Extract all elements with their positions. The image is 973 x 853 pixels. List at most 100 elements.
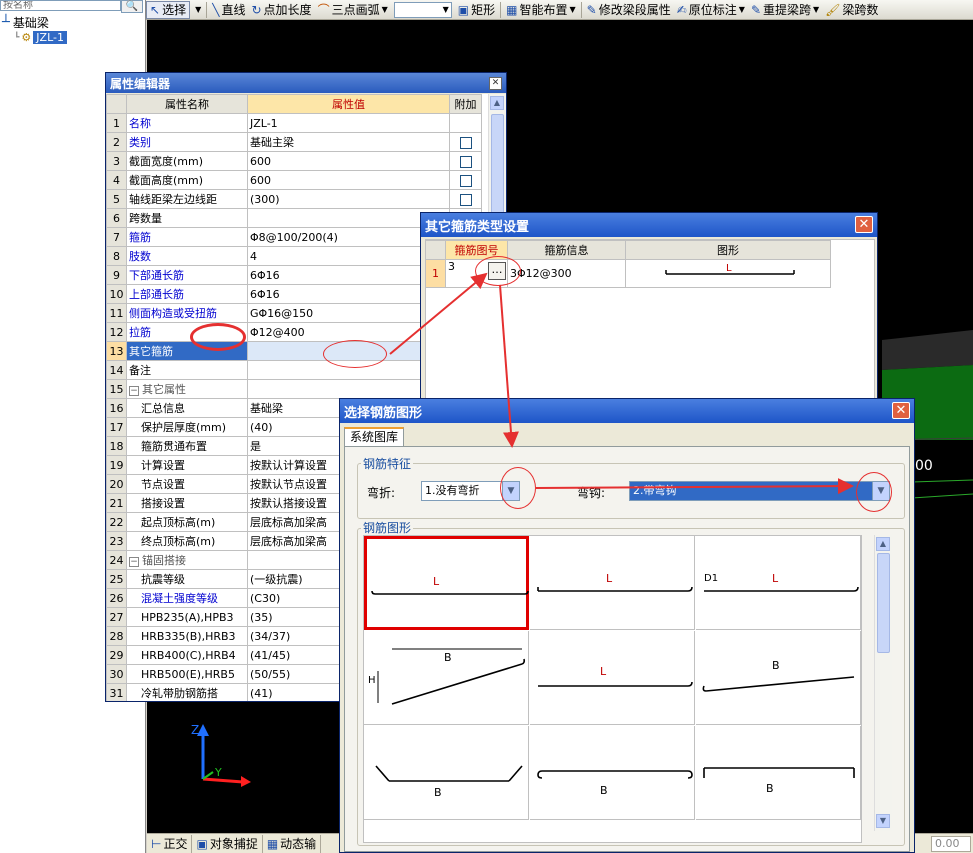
edit-icon: ✎: [586, 2, 597, 17]
search-input[interactable]: 按名称: [0, 0, 121, 11]
extra-checkbox[interactable]: [459, 174, 472, 187]
property-row[interactable]: 5 轴线距梁左边线距 (300): [106, 189, 482, 209]
tree-item-child-label: JZL-1: [33, 31, 67, 44]
row-number: 3: [106, 151, 127, 171]
stirrup-figure-label: L: [726, 263, 732, 274]
property-name: 截面高度(mm): [126, 170, 248, 190]
close-icon[interactable]: ✕: [489, 77, 502, 90]
property-name: 截面宽度(mm): [126, 151, 248, 171]
shape-cell[interactable]: B: [696, 631, 861, 725]
shape-scrollbar[interactable]: ▲ ▼: [874, 535, 892, 831]
property-row[interactable]: 3 截面宽度(mm) 600: [106, 151, 482, 171]
shape-cell[interactable]: L D1: [696, 536, 861, 630]
tree-item-root[interactable]: ┴ 基础梁: [2, 14, 49, 31]
reextract-span-button[interactable]: ✎ 重提梁跨 ▼: [748, 1, 822, 19]
shape-cell[interactable]: B: [696, 726, 861, 820]
annotation-circle: [500, 467, 536, 509]
collapse-icon[interactable]: −: [129, 386, 139, 396]
draw-mode-combo[interactable]: ▼: [393, 1, 452, 18]
select-dropdown[interactable]: ▼: [190, 1, 204, 19]
property-name: − 其它属性: [126, 379, 248, 399]
tree-item-child[interactable]: ┗ ⚙ JZL-1: [14, 31, 67, 44]
col-extra-header: 附加: [449, 94, 482, 114]
stirrup-dialog-titlebar: 其它箍筋类型设置: [421, 213, 877, 237]
extra-checkbox[interactable]: [459, 193, 472, 206]
property-value[interactable]: 基础主梁: [247, 132, 450, 152]
shape-cell[interactable]: L: [530, 631, 695, 725]
span-icon: ✎: [750, 2, 761, 17]
row-number: 22: [106, 512, 127, 532]
shape-label: L: [772, 572, 779, 585]
property-extra: [449, 113, 482, 133]
row-number: 21: [106, 493, 127, 513]
shape-cell[interactable]: L: [530, 536, 695, 630]
row-number: 17: [106, 417, 127, 437]
dynamic-input-toggle[interactable]: ▦ 动态输: [263, 834, 322, 853]
snap-icon: ▣: [196, 836, 208, 851]
line-button[interactable]: ╲ 直线: [209, 1, 248, 19]
property-value[interactable]: 600: [247, 151, 450, 171]
shape-label: B: [444, 651, 452, 664]
shape-cell[interactable]: BH: [364, 631, 529, 725]
scroll-up-icon[interactable]: ▲: [490, 96, 504, 110]
bend-label: 弯折:: [367, 486, 396, 500]
shape-dialog: 选择钢筋图形 ✕ 系统图库 钢筋特征 弯折: 1.没有弯折 ▼ 弯钩: 2.带弯…: [339, 398, 915, 853]
original-annotation-button[interactable]: ✍ 原位标注 ▼: [674, 1, 748, 19]
shape-label: L: [433, 575, 440, 588]
scroll-thumb[interactable]: [877, 553, 890, 653]
col-name-header: 属性名称: [126, 94, 248, 114]
rect-button[interactable]: ▣ 矩形: [455, 1, 498, 19]
shape-label: B: [600, 784, 608, 797]
shape-cell[interactable]: B: [364, 726, 529, 820]
shape-label: L: [600, 665, 607, 678]
shape-cell[interactable]: B: [530, 726, 695, 820]
property-name: HRB400(C),HRB4: [126, 645, 248, 665]
gear-icon: ⚙: [21, 31, 32, 44]
property-row[interactable]: 2 类别 基础主梁: [106, 132, 482, 152]
property-name: 节点设置: [126, 474, 248, 494]
point-length-button[interactable]: ↻ 点加长度: [248, 1, 314, 19]
close-icon[interactable]: ✕: [892, 402, 910, 419]
property-name: 名称: [126, 113, 248, 133]
shape-label: B: [766, 782, 774, 795]
coord-field[interactable]: 0.00: [931, 835, 971, 852]
collapse-icon[interactable]: −: [129, 557, 139, 567]
row-number: 7: [106, 227, 127, 247]
select-button[interactable]: ↖ 选择: [146, 0, 191, 19]
annotation-circle: [323, 340, 387, 368]
property-name: 抗震等级: [126, 569, 248, 589]
row-number: 4: [106, 170, 127, 190]
info-cell[interactable]: 3Φ12@300: [507, 259, 626, 288]
three-point-arc-button[interactable]: ⌒ 三点画弧 ▼: [315, 1, 391, 19]
extra-checkbox[interactable]: [459, 136, 472, 149]
shape-figure: B: [375, 765, 523, 799]
span-data-button[interactable]: 🖌 梁跨数: [822, 1, 881, 19]
property-value[interactable]: 600: [247, 170, 450, 190]
row-number: 16: [106, 398, 127, 418]
property-value[interactable]: JZL-1: [247, 113, 450, 133]
scroll-up-icon[interactable]: ▲: [876, 537, 890, 551]
property-value[interactable]: (300): [247, 189, 450, 209]
shape-figure: B: [702, 659, 855, 692]
property-name: 箍筋: [126, 227, 248, 247]
snap-toggle[interactable]: ▣ 对象捕捉: [192, 834, 263, 853]
property-name: 终点顶标高(m): [126, 531, 248, 551]
tab-system-library[interactable]: 系统图库: [344, 427, 404, 447]
property-extra: [449, 170, 482, 190]
ortho-toggle[interactable]: ⊢ 正交: [147, 834, 193, 853]
hook-select[interactable]: 2.带弯钩 ▼: [629, 481, 890, 501]
extra-checkbox[interactable]: [459, 155, 472, 168]
scroll-down-icon[interactable]: ▼: [876, 814, 890, 828]
grid-icon: ▦: [506, 2, 518, 17]
search-icon[interactable]: 🔍: [121, 0, 143, 13]
property-row[interactable]: 1 名称 JZL-1: [106, 113, 482, 133]
shape-cell[interactable]: L: [364, 536, 529, 630]
arc-icon: ⌒: [317, 3, 330, 17]
smart-layout-button[interactable]: ▦ 智能布置 ▼: [503, 1, 579, 19]
annotation-circle: [856, 472, 892, 512]
row-number: 25: [106, 569, 127, 589]
row-number: 14: [106, 360, 127, 380]
close-icon[interactable]: ✕: [855, 216, 873, 233]
modify-beam-segment-button[interactable]: ✎ 修改梁段属性: [584, 1, 674, 19]
property-row[interactable]: 4 截面高度(mm) 600: [106, 170, 482, 190]
